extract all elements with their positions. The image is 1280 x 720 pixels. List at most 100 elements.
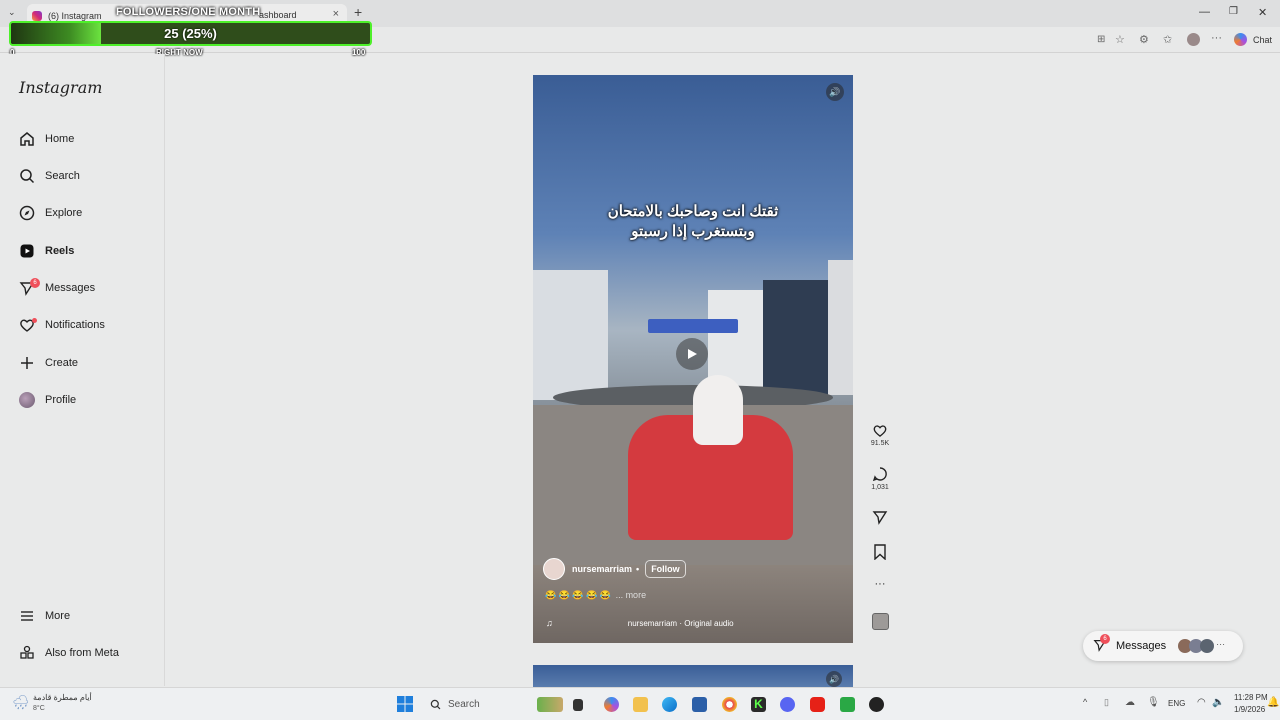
edge-browser-icon[interactable] — [662, 697, 677, 712]
audio-thumbnail[interactable] — [868, 613, 892, 632]
messages-badge: 6 — [30, 277, 40, 288]
new-tab-plus-icon[interactable]: + — [354, 4, 362, 20]
reel-author-row: nursemarriam • Follow — [543, 558, 686, 580]
reel-caption-overlay: ثقتك انت وصاحبك بالامتحان وبتستغرب إذا ر… — [533, 202, 853, 242]
building-left — [533, 270, 608, 400]
close-window-icon[interactable]: ✕ — [1258, 6, 1267, 19]
share-button[interactable] — [868, 509, 892, 527]
clock-date[interactable]: 1/9/2026 — [1234, 705, 1265, 714]
search-icon — [18, 168, 35, 185]
sidebar-item-label: Home — [45, 133, 75, 145]
kick-icon[interactable]: K — [751, 697, 766, 712]
sidebar-item-label: Notifications — [45, 319, 105, 331]
compass-icon — [18, 205, 35, 222]
plus-icon — [18, 355, 35, 372]
chrome-icon[interactable] — [722, 697, 737, 712]
favorites-icon[interactable]: ✩ — [1163, 33, 1172, 46]
play-icon[interactable] — [676, 338, 708, 370]
author-avatar[interactable] — [543, 558, 565, 580]
network-off-icon[interactable]: ☁ — [1125, 697, 1135, 708]
minimize-icon[interactable]: — — [1199, 6, 1210, 18]
building-right — [828, 260, 853, 395]
description-more-link[interactable]: ... more — [616, 590, 647, 600]
clock-time[interactable]: 11:28 PM — [1234, 693, 1268, 702]
volume-icon[interactable]: 🔈 — [1212, 697, 1224, 708]
author-username[interactable]: nursemarriam — [572, 564, 632, 574]
tray-chevron-up-icon[interactable]: ^ — [1083, 697, 1087, 707]
folder-icon[interactable] — [633, 697, 648, 712]
reel-audio-row[interactable]: ♫ nursemarriam · Original audio — [546, 615, 786, 631]
music-note-icon: ♫ — [546, 618, 553, 628]
windows-start-icon[interactable] — [397, 696, 413, 712]
copilot-icon[interactable] — [604, 697, 619, 712]
store-icon[interactable] — [692, 697, 707, 712]
weather-icon[interactable]: 🌧 — [12, 694, 30, 711]
caption-line-2: وبتستغرب إذا رسبتو — [631, 223, 755, 240]
recent-contacts-avatars: ··· — [1178, 639, 1225, 653]
widgets-icon[interactable] — [537, 697, 563, 712]
file-explorer-icon[interactable] — [573, 699, 583, 711]
sidebar-item-profile[interactable]: Profile — [18, 388, 76, 412]
tray-app-icon[interactable]: ▯ — [1104, 697, 1109, 708]
sidebar-item-home[interactable]: Home — [18, 127, 74, 151]
volume-icon[interactable]: 🔊 — [826, 83, 844, 101]
sidebar-item-more[interactable]: More — [18, 604, 70, 628]
audio-label: nursemarriam · Original audio — [627, 618, 734, 628]
tab-list-chevron-icon[interactable]: ⌄ — [8, 7, 16, 18]
messages-floating-button[interactable]: 6 Messages ··· — [1083, 631, 1243, 661]
weather-text[interactable]: أيام ممطرة قادمة — [33, 693, 92, 702]
instagram-logo[interactable]: Instagram — [19, 78, 102, 97]
comment-count: 1,031 — [871, 484, 889, 491]
sidebar-item-messages[interactable]: 6 Messages — [18, 276, 95, 300]
app-icon[interactable] — [869, 697, 884, 712]
notification-dot — [32, 317, 37, 323]
caption-line-1: ثقتك انت وصاحبك بالامتحان — [607, 203, 779, 220]
extensions-icon[interactable]: ⚙ — [1139, 33, 1149, 46]
goal-title: FOLLOWERS/ONE MONTH — [116, 6, 261, 18]
volume-icon[interactable]: 🔊 — [826, 671, 842, 687]
messages-badge: 6 — [1100, 634, 1110, 644]
sidebar-item-reels[interactable]: Reels — [18, 239, 74, 263]
separator-dot: • — [636, 564, 640, 574]
notification-bell-icon[interactable]: 🔔 — [1267, 697, 1279, 708]
app-icon[interactable]: ⊞ — [1097, 34, 1105, 45]
sidebar-item-notifications[interactable]: Notifications — [18, 313, 105, 337]
restore-icon[interactable]: ❐ — [1229, 6, 1238, 17]
tab-close-icon[interactable]: × — [333, 8, 339, 20]
like-button[interactable]: 91.5K — [868, 423, 892, 447]
next-reel-preview[interactable]: 🔊 — [533, 665, 853, 687]
sidebar-item-create[interactable]: Create — [18, 351, 78, 375]
heart-icon — [873, 425, 887, 437]
sidebar-item-label: Also from Meta — [45, 647, 119, 659]
copilot-icon[interactable] — [1234, 33, 1247, 46]
discord-icon[interactable] — [780, 697, 795, 712]
microphone-icon[interactable]: 🎙 — [1147, 697, 1160, 708]
like-count: 91.5K — [870, 440, 890, 447]
wifi-icon[interactable]: ◠ — [1197, 697, 1206, 708]
tab2-title-partial[interactable]: ashboard — [259, 10, 297, 20]
profile-avatar[interactable] — [1187, 33, 1200, 46]
obs-app-icon[interactable] — [840, 697, 855, 712]
taskbar-search-box[interactable]: Search — [420, 693, 530, 715]
sidebar-item-label: Messages — [45, 282, 96, 294]
comment-button[interactable]: 1,031 — [868, 466, 892, 491]
sidebar-item-label: More — [45, 610, 71, 622]
save-button[interactable] — [868, 544, 892, 562]
person-hand — [693, 375, 743, 445]
youtube-icon[interactable] — [810, 697, 825, 712]
sidebar-item-label: Search — [45, 170, 80, 182]
language-indicator[interactable]: ENG — [1168, 699, 1185, 708]
bookmark-icon — [874, 544, 886, 561]
more-options-icon[interactable]: ··· — [1211, 32, 1222, 44]
chat-label[interactable]: Chat — [1253, 35, 1272, 45]
messenger-icon: 6 — [18, 277, 40, 297]
sidebar-item-search[interactable]: Search — [18, 164, 80, 188]
sidebar-item-also-from-meta[interactable]: Also from Meta — [18, 641, 119, 665]
sidebar-item-explore[interactable]: Explore — [18, 201, 82, 225]
comment-icon — [872, 467, 887, 482]
description-emojis: 😂 😂 😂 😂 😂 — [545, 590, 612, 600]
more-options-icon[interactable]: ··· — [868, 578, 892, 590]
taskbar-search-label: Search — [448, 698, 480, 710]
favorite-star-icon[interactable]: ☆ — [1115, 33, 1125, 46]
follow-button[interactable]: Follow — [645, 560, 686, 578]
